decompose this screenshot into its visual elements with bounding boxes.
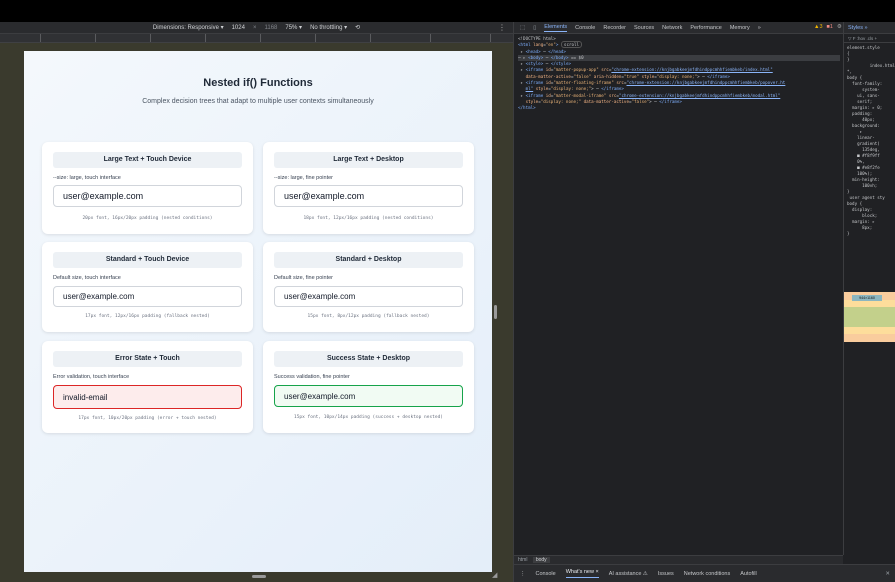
settings-gear-icon[interactable]: ⚙	[837, 24, 842, 30]
media-query-ruler	[0, 34, 513, 43]
card-description: --size: large, touch interface	[53, 175, 121, 181]
devtools-panel: ⬚ ▯ Elements Console Recorder Sources Ne…	[513, 22, 895, 582]
card-meta: 15px font, 10px/14px padding (success + …	[293, 415, 443, 420]
breadcrumb: html body	[514, 555, 843, 564]
card-header: Standard + Desktop	[274, 252, 463, 268]
viewport-area: Nested if() Functions Complex decision t…	[0, 43, 513, 582]
card-error-touch: Error State + Touch Error validation, to…	[42, 341, 253, 433]
card-meta: 18px font, 12px/16px padding (nested con…	[303, 216, 434, 221]
card-description: Success validation, fine pointer	[274, 374, 350, 380]
email-input[interactable]: user@example.com	[274, 185, 463, 207]
drawer-tab-whats-new[interactable]: What's new ×	[565, 569, 599, 578]
devtools-tabbar: ⬚ ▯ Elements Console Recorder Sources Ne…	[514, 22, 843, 34]
card-description: Error validation, touch interface	[53, 374, 130, 380]
card-meta: 17px font, 12px/16px padding (fallback n…	[85, 314, 210, 319]
card-description: --size: large, fine pointer	[274, 175, 333, 181]
breadcrumb-html[interactable]: html	[518, 557, 527, 563]
email-input[interactable]: user@example.com	[53, 286, 242, 307]
rotate-icon[interactable]: ⟲	[355, 24, 360, 31]
email-input-success[interactable]: user@example.com	[274, 385, 463, 407]
tab-elements[interactable]: Elements	[544, 24, 568, 32]
drawer-tab-autofill[interactable]: Autofill	[740, 571, 757, 577]
card-header: Standard + Touch Device	[53, 252, 242, 268]
drawer-tab-console[interactable]: Console	[536, 571, 556, 577]
breadcrumb-body[interactable]: body	[532, 557, 550, 563]
card-standard-desktop: Standard + Desktop Default size, fine po…	[263, 242, 474, 332]
resize-handle-right[interactable]	[494, 305, 497, 319]
drawer-tab-ai-assistance[interactable]: AI assistance ⚠	[609, 571, 648, 577]
browser-window: Dimensions: Responsive ▾ 1024 × 1168 75%…	[0, 22, 895, 582]
page-subtitle: Complex decision trees that adapt to mul…	[142, 98, 374, 105]
box-model: 944×1160	[844, 292, 895, 342]
card-description: Default size, touch interface	[53, 275, 121, 281]
tab-console[interactable]: Console	[575, 25, 595, 31]
card-meta: 17px font, 10px/20px padding (error + to…	[78, 416, 217, 421]
drawer-tab-network-conditions[interactable]: Network conditions	[684, 571, 730, 577]
email-input[interactable]: user@example.com	[274, 286, 463, 307]
card-standard-touch: Standard + Touch Device Default size, to…	[42, 242, 253, 332]
more-tabs-icon[interactable]: »	[758, 25, 761, 31]
card-success-desktop: Success State + Desktop Success validati…	[263, 341, 474, 433]
warning-badge[interactable]: ▲3	[814, 24, 823, 30]
tab-recorder[interactable]: Recorder	[603, 25, 626, 31]
card-large-desktop: Large Text + Desktop --size: large, fine…	[263, 142, 474, 234]
email-input[interactable]: user@example.com	[53, 185, 242, 207]
drawer-menu-icon[interactable]: ⋮	[520, 571, 526, 577]
card-meta: 15px font, 8px/12px padding (fallback ne…	[307, 314, 430, 319]
card-header: Large Text + Touch Device	[53, 152, 242, 168]
tab-sources[interactable]: Sources	[634, 25, 654, 31]
dimensions-select[interactable]: Dimensions: Responsive ▾	[153, 24, 224, 31]
zoom-select[interactable]: 75% ▾	[285, 24, 302, 31]
tab-network[interactable]: Network	[662, 25, 682, 31]
card-header: Error State + Touch	[53, 351, 242, 367]
styles-tab[interactable]: Styles »	[844, 22, 895, 34]
device-toolbar: Dimensions: Responsive ▾ 1024 × 1168 75%…	[0, 22, 513, 34]
tab-memory[interactable]: Memory	[730, 25, 750, 31]
dimension-separator: ×	[252, 24, 257, 31]
card-header: Success State + Desktop	[274, 351, 463, 367]
tab-performance[interactable]: Performance	[690, 25, 722, 31]
styles-filter[interactable]: ▽ F :hov .cls +	[844, 34, 895, 43]
resize-corner-icon[interactable]: ◢	[492, 571, 497, 579]
top-black-bar	[0, 0, 895, 22]
drawer-tab-issues[interactable]: Issues	[658, 571, 674, 577]
drawer-close-icon[interactable]: ✕	[885, 571, 890, 577]
dom-tree[interactable]: <!DOCTYPE html> <html lang="en"> scroll …	[518, 36, 840, 112]
rendered-page: Nested if() Functions Complex decision t…	[24, 51, 492, 572]
page-title: Nested if() Functions	[203, 77, 313, 89]
error-badge[interactable]: ■1	[827, 24, 833, 30]
card-meta: 20px font, 16px/20px padding (nested con…	[82, 216, 213, 221]
styles-rules: element.style { } index.html:8 *, body {…	[847, 45, 895, 236]
more-options-icon[interactable]: ⋮	[498, 23, 507, 32]
height-input[interactable]: 1168	[264, 25, 277, 31]
inspect-icon[interactable]: ⬚	[520, 25, 525, 31]
resize-handle-bottom[interactable]	[252, 575, 266, 578]
card-large-touch: Large Text + Touch Device --size: large,…	[42, 142, 253, 234]
styles-pane: Styles » ▽ F :hov .cls + element.style {…	[843, 22, 895, 555]
card-header: Large Text + Desktop	[274, 152, 463, 168]
drawer-tabbar: ⋮ Console What's new × AI assistance ⚠ I…	[514, 564, 895, 582]
device-toggle-icon[interactable]: ▯	[533, 25, 536, 31]
throttle-select[interactable]: No throttling ▾	[310, 24, 347, 31]
card-description: Default size, fine pointer	[274, 275, 334, 281]
email-input-error[interactable]: invalid-email	[53, 385, 242, 409]
width-input[interactable]: 1024	[232, 25, 245, 31]
